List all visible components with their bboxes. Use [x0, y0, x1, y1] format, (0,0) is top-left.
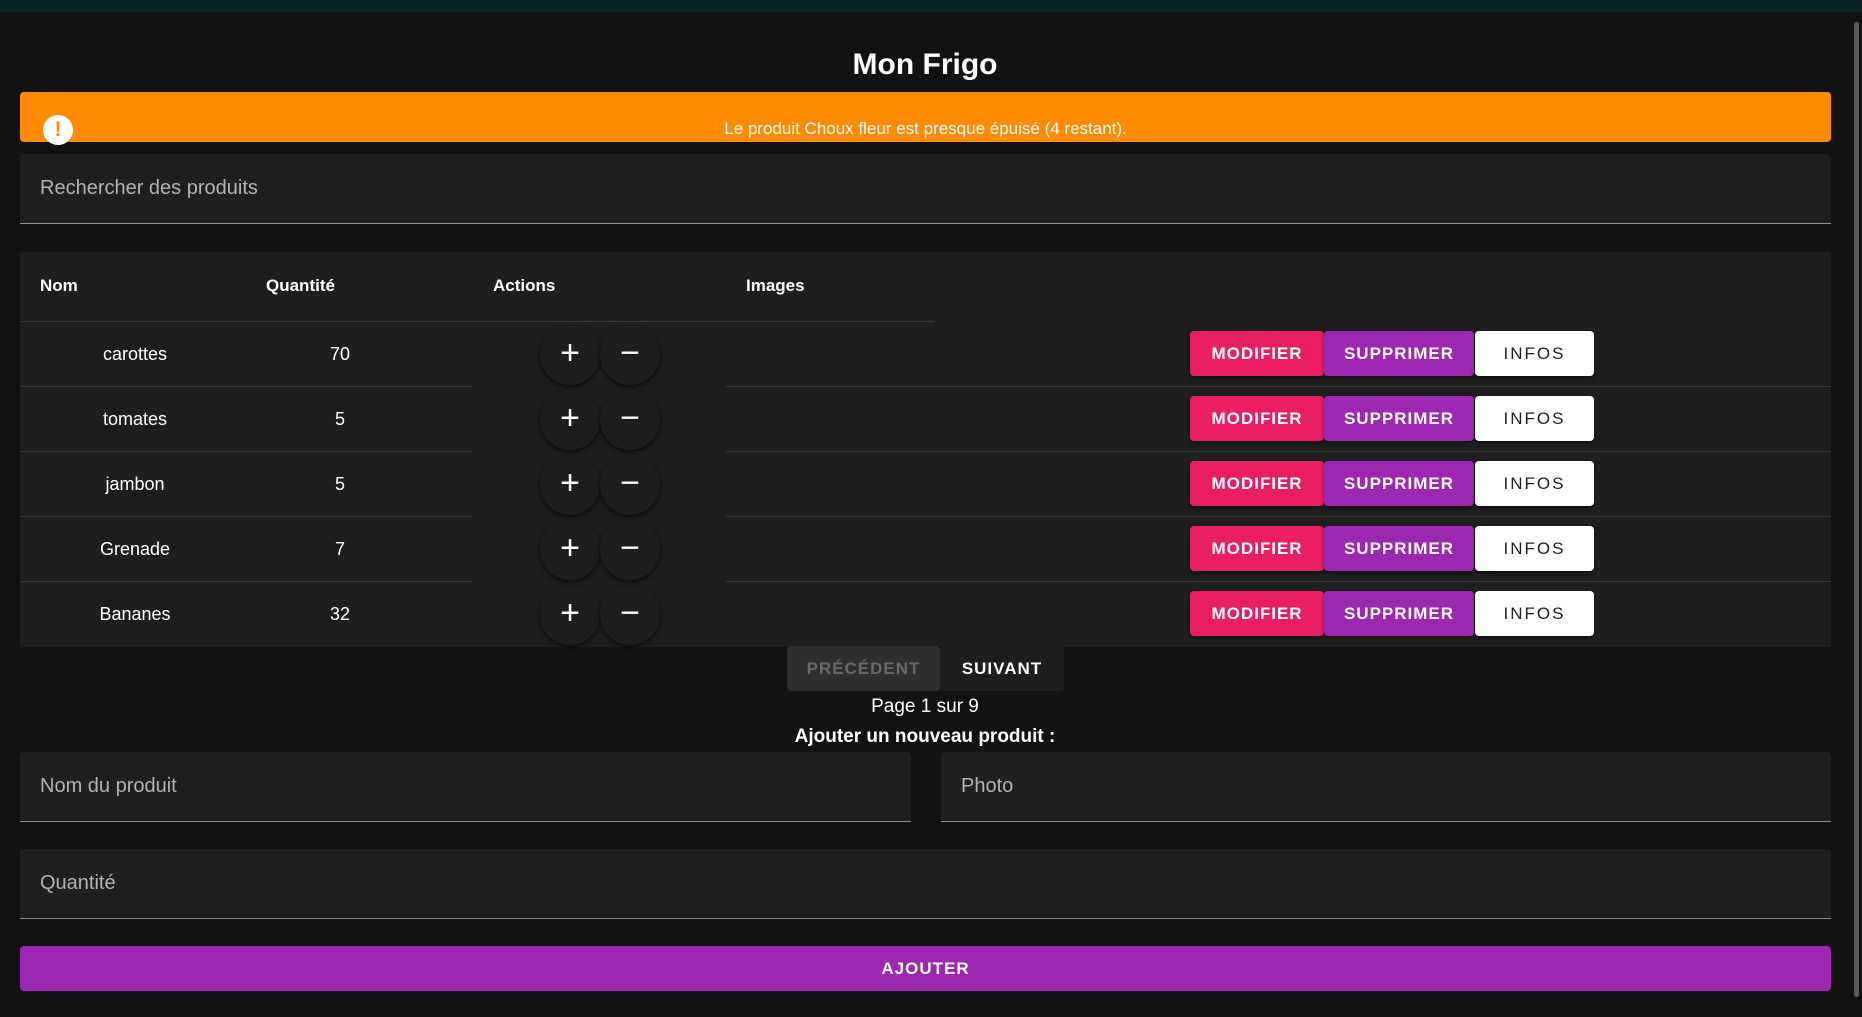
product-quantity: 7	[334, 539, 345, 559]
table-row: jambon 5 + − MODIFIER SUPPRIMER INFOS	[20, 452, 1831, 517]
product-quantity: 5	[334, 409, 345, 429]
info-button[interactable]: INFOS	[1475, 591, 1594, 636]
decrement-button[interactable]: −	[600, 325, 660, 385]
page-title: Mon Frigo	[852, 48, 998, 81]
info-button[interactable]: INFOS	[1475, 396, 1594, 441]
column-header-actions: Actions	[493, 276, 556, 295]
scrollbar-thumb[interactable]	[1854, 22, 1859, 997]
page-scrollbar[interactable]	[1852, 12, 1862, 1017]
product-name-input[interactable]	[40, 752, 891, 821]
increment-button[interactable]: +	[540, 585, 600, 645]
add-product-button[interactable]: AJOUTER	[20, 946, 1831, 991]
product-name: Bananes	[99, 604, 171, 624]
table-row: carottes 70 + − MODIFIER SUPPRIMER INFOS	[20, 322, 1831, 387]
search-field[interactable]	[20, 154, 1831, 224]
increment-button[interactable]: +	[540, 325, 600, 385]
table-row: Grenade 7 + − MODIFIER SUPPRIMER INFOS	[20, 517, 1831, 582]
product-quantity: 70	[329, 344, 351, 364]
products-table: Nom Quantité Actions Images carottes 70 …	[20, 252, 1831, 647]
photo-field[interactable]	[941, 752, 1831, 822]
column-header-name: Nom	[40, 276, 78, 295]
product-quantity: 5	[334, 474, 345, 494]
increment-button[interactable]: +	[540, 390, 600, 450]
decrement-button[interactable]: −	[600, 585, 660, 645]
search-input[interactable]	[40, 154, 1811, 223]
delete-button[interactable]: SUPPRIMER	[1324, 461, 1474, 506]
modify-button[interactable]: MODIFIER	[1190, 591, 1324, 636]
previous-page-button[interactable]: PRÉCÉDENT	[787, 646, 940, 691]
decrement-button[interactable]: −	[600, 455, 660, 515]
increment-button[interactable]: +	[540, 455, 600, 515]
column-header-images: Images	[746, 276, 805, 295]
table-row: tomates 5 + − MODIFIER SUPPRIMER INFOS	[20, 387, 1831, 452]
modify-button[interactable]: MODIFIER	[1190, 396, 1324, 441]
column-header-quantity: Quantité	[266, 276, 335, 295]
browser-top-strip	[0, 0, 1862, 12]
low-stock-alert: ! Le produit Choux fleur est presque épu…	[20, 92, 1831, 145]
info-button[interactable]: INFOS	[1475, 461, 1594, 506]
delete-button[interactable]: SUPPRIMER	[1324, 591, 1474, 636]
page-indicator: Page 1 sur 9	[871, 696, 979, 717]
product-name: jambon	[105, 474, 165, 494]
delete-button[interactable]: SUPPRIMER	[1324, 331, 1474, 376]
quantity-input[interactable]	[40, 849, 1811, 918]
increment-button[interactable]: +	[540, 520, 600, 580]
table-row: Bananes 32 + − MODIFIER SUPPRIMER INFOS	[20, 582, 1831, 647]
modify-button[interactable]: MODIFIER	[1190, 461, 1324, 506]
modify-button[interactable]: MODIFIER	[1190, 331, 1324, 376]
quantity-field[interactable]	[20, 849, 1831, 919]
modify-button[interactable]: MODIFIER	[1190, 526, 1324, 571]
product-name: tomates	[102, 409, 168, 429]
decrement-button[interactable]: −	[600, 390, 660, 450]
info-button[interactable]: INFOS	[1475, 331, 1594, 376]
delete-button[interactable]: SUPPRIMER	[1324, 526, 1474, 571]
next-page-button[interactable]: SUIVANT	[940, 646, 1064, 691]
alert-message: Le produit Choux fleur est presque épuis…	[724, 119, 1127, 138]
photo-input[interactable]	[961, 752, 1811, 821]
decrement-button[interactable]: −	[600, 520, 660, 580]
info-button[interactable]: INFOS	[1475, 526, 1594, 571]
product-name-field[interactable]	[20, 752, 911, 822]
product-name: Grenade	[99, 539, 171, 559]
product-quantity: 32	[329, 604, 351, 624]
delete-button[interactable]: SUPPRIMER	[1324, 396, 1474, 441]
add-product-heading: Ajouter un nouveau produit :	[794, 726, 1056, 747]
product-name: carottes	[102, 344, 168, 364]
